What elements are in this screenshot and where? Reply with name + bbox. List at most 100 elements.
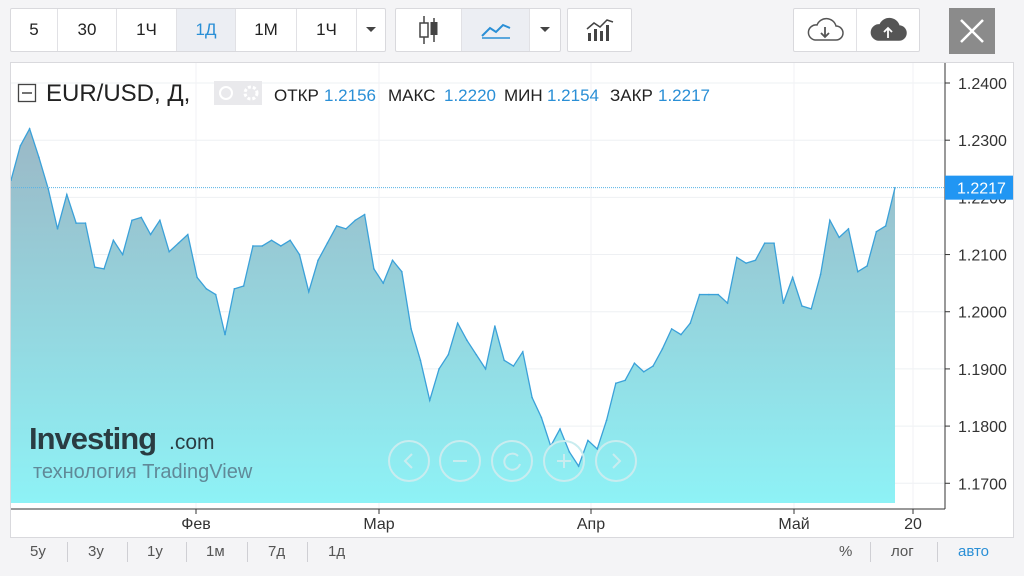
interval-group: 5 30 1Ч 1Д 1М 1Ч <box>10 8 386 52</box>
data-point <box>270 239 273 242</box>
data-point <box>354 219 357 222</box>
cloud-download-icon <box>807 17 844 41</box>
y-tick-label: 1.1900 <box>958 362 1007 379</box>
legend: EUR/USD, Д, ОТКР 1.2156 МАКС 1.2220 МИН … <box>17 80 710 107</box>
data-point <box>159 219 161 222</box>
data-point <box>726 302 729 304</box>
chevron-down-icon <box>366 27 376 32</box>
range-1d[interactable]: 1д <box>328 543 345 560</box>
interval-1m-button[interactable]: 1М <box>236 9 297 51</box>
range-bar: 5у 3у 1у 1м 7д 1д % лог авто <box>0 538 1024 566</box>
data-point <box>19 145 22 147</box>
data-point <box>652 365 654 367</box>
data-point <box>410 328 412 330</box>
data-point <box>112 239 115 242</box>
interval-1h-button[interactable]: 1Ч <box>117 9 177 51</box>
x-tick-label: 20 <box>904 516 922 533</box>
data-point <box>829 219 831 222</box>
data-point <box>615 382 617 385</box>
data-point <box>373 268 375 270</box>
data-point <box>335 225 338 227</box>
x-tick-label: Май <box>778 516 809 533</box>
range-1y[interactable]: 1у <box>147 543 163 560</box>
data-point <box>131 219 133 222</box>
chart[interactable]: 1.24001.23001.22001.21001.20001.19001.18… <box>11 63 1013 537</box>
range-1m[interactable]: 1м <box>206 543 225 560</box>
y-tick-label: 1.1800 <box>958 419 1007 436</box>
data-point <box>512 365 515 367</box>
percent-toggle[interactable]: % <box>839 543 852 560</box>
interval-1h-button-secondary[interactable]: 1Ч <box>297 9 357 51</box>
separator <box>186 542 187 562</box>
close-button[interactable] <box>949 8 995 54</box>
data-point <box>819 273 822 276</box>
data-point <box>28 127 31 130</box>
data-point <box>456 322 459 324</box>
watermark-tagline: технология TradingView <box>33 461 253 483</box>
legend-open-value: 1.2156 <box>324 86 376 105</box>
data-point <box>317 259 319 262</box>
data-point <box>763 242 766 244</box>
data-point <box>754 259 757 262</box>
data-point <box>856 270 859 273</box>
chevron-down-icon <box>540 27 550 32</box>
x-tick-label: Мар <box>363 516 394 533</box>
log-toggle[interactable]: лог <box>891 543 914 560</box>
interval-5-button[interactable]: 5 <box>11 9 58 51</box>
candles-icon <box>418 16 437 44</box>
data-point <box>680 333 682 336</box>
data-point <box>810 308 813 310</box>
candles-button[interactable] <box>396 9 462 51</box>
separator <box>247 542 248 562</box>
legend-high-label: МАКС <box>388 86 436 105</box>
data-point <box>121 253 124 256</box>
data-point <box>531 396 533 399</box>
range-5y[interactable]: 5у <box>30 543 46 560</box>
data-point <box>875 230 878 233</box>
area-chart-button[interactable] <box>462 9 530 51</box>
data-point <box>736 256 738 259</box>
indicators-icon <box>586 19 613 41</box>
data-point <box>93 266 96 268</box>
interval-30-button[interactable]: 30 <box>58 9 117 51</box>
data-point <box>484 368 487 370</box>
x-tick-label: Фев <box>181 516 211 533</box>
data-point <box>84 222 87 224</box>
data-point <box>307 290 310 293</box>
price-tag: 1.2217 <box>945 175 1013 200</box>
data-point <box>177 242 180 244</box>
y-tick-label: 1.2300 <box>958 133 1007 150</box>
data-point <box>540 416 543 419</box>
cloud-download-button[interactable] <box>794 9 857 51</box>
data-point <box>866 265 868 267</box>
legend-low-value: 1.2154 <box>547 86 599 105</box>
legend-collapse-button[interactable] <box>17 83 37 103</box>
interval-1d-button[interactable]: 1Д <box>177 9 236 51</box>
data-point <box>66 193 68 196</box>
price-tag-value: 1.2217 <box>957 181 1006 198</box>
data-point <box>475 353 478 356</box>
indicators-button[interactable] <box>568 9 631 51</box>
chart-type-dropdown-button[interactable] <box>530 9 560 51</box>
interval-dropdown-button[interactable] <box>357 9 385 51</box>
data-point <box>884 225 887 227</box>
data-point <box>140 216 143 219</box>
data-point <box>577 465 580 467</box>
cloud-group <box>793 8 920 52</box>
data-point <box>782 302 785 304</box>
range-3y[interactable]: 3у <box>88 543 104 560</box>
data-point <box>168 250 170 253</box>
data-point <box>466 339 468 342</box>
data-point <box>401 270 403 273</box>
chart-panel: 1.24001.23001.22001.21001.20001.19001.18… <box>10 62 1014 538</box>
data-point <box>233 288 236 290</box>
data-point <box>438 368 440 370</box>
data-point <box>75 222 77 224</box>
auto-toggle[interactable]: авто <box>958 543 989 560</box>
data-point <box>689 322 692 324</box>
range-7d[interactable]: 7д <box>268 543 285 560</box>
separator <box>127 542 128 562</box>
cloud-upload-button[interactable] <box>857 9 919 51</box>
data-point <box>642 370 645 373</box>
data-point <box>56 228 59 230</box>
